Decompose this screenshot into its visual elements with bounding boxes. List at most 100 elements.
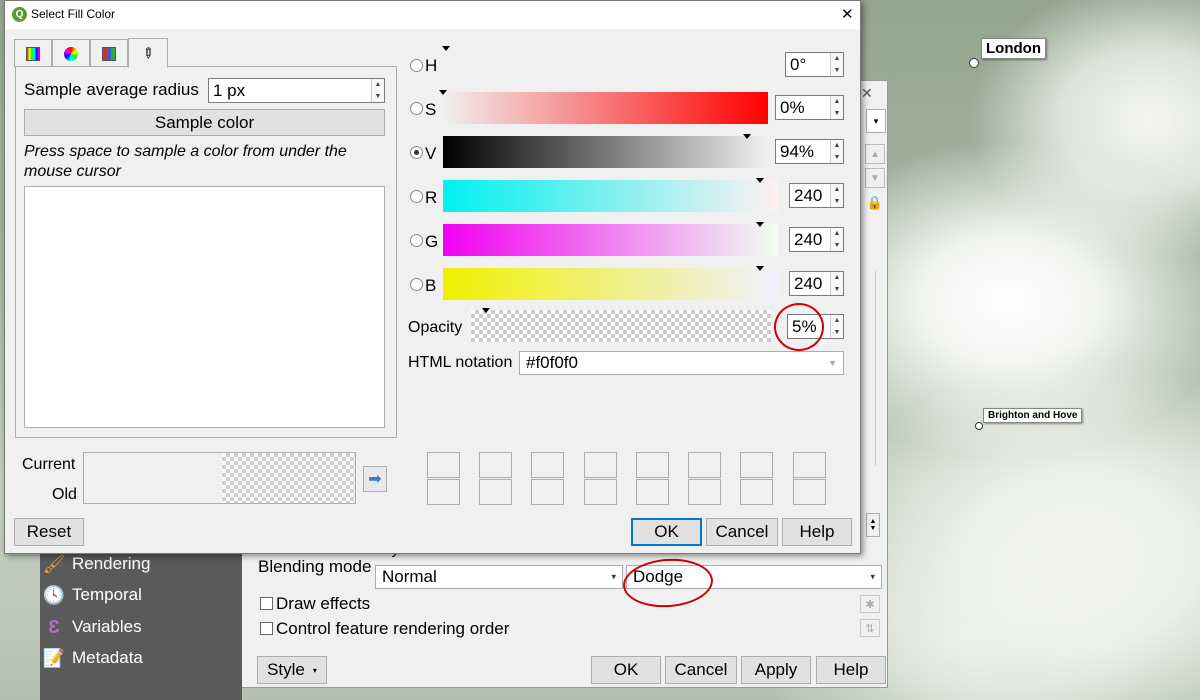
close-icon[interactable]: ✕	[841, 5, 854, 23]
control-order-checkbox[interactable]	[260, 622, 273, 635]
s-spinbox[interactable]: 0% ▲ ▼	[775, 95, 844, 120]
arrow-right-icon[interactable]: ➡	[363, 466, 387, 492]
color-swatch[interactable]	[793, 452, 826, 478]
move-up-icon[interactable]: ▲	[865, 144, 885, 164]
v-spinbox[interactable]: 94% ▲ ▼	[775, 139, 844, 164]
lock-icon[interactable]: 🔒	[865, 193, 885, 213]
color-swatch[interactable]	[793, 479, 826, 505]
tab-swatches[interactable]	[90, 39, 128, 67]
spin-arrows[interactable]: ▲ ▼	[830, 184, 843, 207]
color-swatch[interactable]	[636, 452, 669, 478]
scrollbar[interactable]	[875, 271, 887, 466]
draw-effects-checkbox[interactable]	[260, 597, 273, 610]
london-label: London	[981, 38, 1046, 59]
v-slider[interactable]	[443, 136, 768, 168]
color-ramp-icon	[26, 46, 40, 61]
h-slider-marker[interactable]	[442, 46, 450, 51]
radio-g[interactable]	[410, 234, 423, 247]
radio-s[interactable]	[410, 102, 423, 115]
radio-r[interactable]	[410, 190, 423, 203]
color-swatch[interactable]	[479, 479, 512, 505]
sidebar-item-temporal[interactable]: 🕓 Temporal	[40, 580, 240, 610]
dialog-title: Select Fill Color	[31, 7, 116, 21]
layer-blend-value: Normal	[382, 567, 437, 586]
spin-arrows[interactable]: ▲ ▼	[830, 315, 843, 338]
color-swatch[interactable]	[688, 452, 721, 478]
apply-button[interactable]: Apply	[741, 656, 811, 684]
v-label: V	[425, 144, 437, 163]
spin-arrows[interactable]: ▲ ▼	[830, 228, 843, 251]
color-swatch[interactable]	[740, 452, 773, 478]
html-notation-input[interactable]: #f0f0f0 ▼	[519, 351, 844, 375]
tab-color-wheel[interactable]	[52, 39, 90, 67]
color-swatch[interactable]	[688, 479, 721, 505]
color-swatch[interactable]	[636, 479, 669, 505]
s-slider[interactable]	[443, 92, 768, 124]
spin-arrows[interactable]: ▲ ▼	[830, 140, 843, 163]
sidebar-item-metadata[interactable]: 📝 Metadata	[40, 643, 240, 673]
g-spinbox[interactable]: 240 ▲ ▼	[789, 227, 844, 252]
dialog-titlebar[interactable]: Q Select Fill Color ✕	[5, 1, 860, 29]
h-label: H	[425, 56, 438, 75]
layer-blend-select[interactable]: Normal ▾	[375, 565, 623, 589]
s-slider-marker	[439, 90, 447, 95]
effects-star-icon[interactable]: ✱	[860, 595, 880, 613]
color-swatch[interactable]	[427, 452, 460, 478]
spin-arrows[interactable]: ▲ ▼	[371, 79, 384, 102]
radio-h[interactable]	[410, 59, 423, 72]
h-value: 0°	[790, 54, 807, 74]
metadata-icon: 📝	[42, 647, 66, 668]
opacity-label: Opacity	[408, 319, 463, 336]
tab-sampler[interactable]: ✎	[128, 38, 168, 68]
b-spinbox[interactable]: 240 ▲ ▼	[789, 271, 844, 296]
color-swatch[interactable]	[584, 452, 617, 478]
color-swatch[interactable]	[479, 452, 512, 478]
radio-v[interactable]	[410, 146, 423, 159]
swatches-icon	[102, 46, 116, 61]
color-swatch[interactable]	[427, 479, 460, 505]
g-slider[interactable]	[443, 224, 778, 256]
reset-button[interactable]: Reset	[14, 518, 84, 546]
ok-button[interactable]: OK	[631, 518, 702, 546]
sidebar-item-label: Temporal	[72, 585, 142, 604]
spin-arrows[interactable]: ▲ ▼	[830, 272, 843, 295]
spin-arrows[interactable]: ▲ ▼	[830, 53, 843, 76]
cancel-button[interactable]: Cancel	[665, 656, 737, 684]
eyedropper-icon: ✎	[138, 42, 159, 63]
g-value: 240	[794, 229, 823, 249]
r-slider[interactable]	[443, 180, 778, 212]
spin-arrows[interactable]: ▲ ▼	[830, 96, 843, 119]
v-slider-marker	[743, 134, 751, 139]
dropdown-arrow[interactable]: ▾	[866, 109, 886, 133]
close-icon[interactable]: ✕	[861, 85, 873, 102]
h-spinbox[interactable]: 0° ▲ ▼	[785, 52, 844, 77]
sampler-panel: Sample average radius 1 px ▲ ▼ Sample col…	[15, 66, 397, 438]
cancel-button[interactable]: Cancel	[706, 518, 778, 546]
v-value: 94%	[780, 141, 815, 161]
ok-button[interactable]: OK	[591, 656, 661, 684]
opacity-slider[interactable]	[471, 310, 771, 342]
sample-color-button[interactable]: Sample color	[24, 109, 385, 136]
r-slider-marker	[756, 178, 764, 183]
move-down-icon[interactable]: ▼	[865, 168, 885, 188]
old-label: Old	[52, 486, 77, 503]
tab-color-ramp[interactable]	[14, 39, 52, 67]
annotation-circle-opacity	[774, 303, 824, 351]
color-swatch[interactable]	[531, 479, 564, 505]
radio-b[interactable]	[410, 278, 423, 291]
brighton-marker	[975, 422, 983, 430]
r-spinbox[interactable]: 240 ▲ ▼	[789, 183, 844, 208]
color-swatch[interactable]	[740, 479, 773, 505]
color-swatch[interactable]	[531, 452, 564, 478]
color-swatch[interactable]	[584, 479, 617, 505]
spin-box[interactable]: ▲ ▼	[866, 513, 880, 537]
sort-order-icon[interactable]: ⇅	[860, 619, 880, 637]
help-button[interactable]: Help	[816, 656, 886, 684]
help-button[interactable]: Help	[782, 518, 852, 546]
sample-radius-spinbox[interactable]: 1 px ▲ ▼	[208, 78, 385, 103]
style-button[interactable]: Style ▾	[257, 656, 327, 684]
b-slider[interactable]	[443, 268, 778, 300]
properties-sidebar: 🖌 Rendering 🕓 Temporal Ɛ Variables 📝 Met…	[40, 545, 242, 700]
b-slider-marker	[756, 266, 764, 271]
sidebar-item-variables[interactable]: Ɛ Variables	[40, 612, 240, 642]
